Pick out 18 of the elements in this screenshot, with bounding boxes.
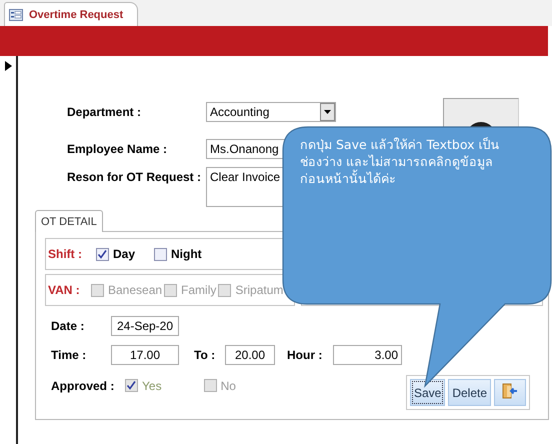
field-label: Reson for OT Request : (67, 169, 202, 184)
field-label: Time : (51, 348, 88, 362)
group-label: Shift : (47, 247, 83, 261)
checkbox-label: Sripatum (235, 283, 284, 297)
checkbox-label: No (220, 378, 236, 392)
checkbox-label: Night (171, 247, 202, 261)
checkbox-label: Day (113, 247, 136, 261)
callout-text: กดปุ่ม Save แล้วให้ค่า Textbox เป็น ช่องว่าง และไม่สามารถคลิกดูข้อมูล ก่อนหน้านั้นได้ค่ะ (300, 136, 500, 187)
field-label: To : (194, 348, 216, 362)
checkbox-label: Banesean (108, 283, 162, 297)
field-label: Employee Name : (67, 141, 168, 156)
checkbox-label: Yes (142, 378, 162, 392)
checkbox-label: Family (181, 283, 216, 297)
field-label: Approved : (51, 378, 116, 392)
field-label: Department : (67, 104, 142, 119)
field-label: Hour : (287, 348, 324, 362)
field-label: Date : (51, 318, 86, 332)
group-label: VAN : (47, 283, 81, 297)
